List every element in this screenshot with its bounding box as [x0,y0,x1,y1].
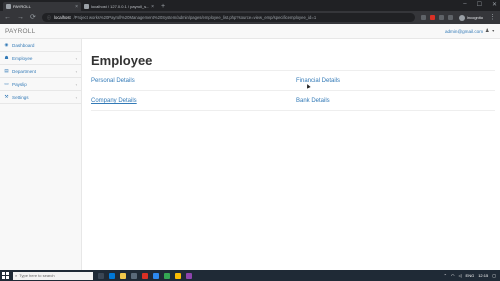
brand-title[interactable]: PAYROLL [5,28,35,35]
extension-icon[interactable] [447,15,453,20]
volume-icon[interactable]: ◁ [458,273,461,278]
url-path: /Project works%20Payroll%20Management%20… [73,15,317,20]
pinned-apps [98,272,192,279]
sidebar: ◉ Dashboard ☗ Employee ‹ ▤ Department ‹ … [0,39,82,270]
building-icon: ▤ [4,68,9,73]
close-icon[interactable]: × [151,4,154,10]
window-controls: – ☐ ✕ [463,1,497,8]
menu-dots-icon[interactable]: ⋮ [489,14,496,21]
incognito-label: Incognito [466,15,483,20]
settings-icon: ⚒ [4,94,9,99]
url-host: localhost [54,15,71,20]
maximize-icon[interactable]: ☐ [477,1,482,8]
search-placeholder: Type here to search [19,273,55,278]
tab-payroll[interactable]: PAYROLL × [3,2,81,11]
app-icon[interactable] [142,272,148,279]
chevron-left-icon: ‹ [75,68,77,74]
row-divider [91,110,495,111]
task-view-icon[interactable] [98,272,104,279]
app-navbar: PAYROLL admin@gmail.com ♟ ▼ [0,24,500,39]
reload-icon[interactable]: ⟳ [30,14,36,21]
sidebar-item-label: Department [12,68,37,74]
title-divider [91,70,495,71]
sidebar-item-label: Payslip [12,81,27,87]
incognito-indicator[interactable]: Incognito [458,14,483,21]
clock[interactable]: 12:15 [478,273,488,278]
app-icon[interactable] [164,272,170,279]
tab-label: PAYROLL [13,4,31,9]
dashboard-icon: ◉ [4,42,9,47]
app-icon[interactable] [186,272,192,279]
sidebar-item-label: Employee [12,55,33,61]
tray-chevron-icon[interactable]: ⌃ [444,273,447,278]
user-menu[interactable]: admin@gmail.com ♟ ▼ [445,28,495,34]
payslip-icon: ▭ [4,81,9,86]
sidebar-item-dashboard[interactable]: ◉ Dashboard [0,39,81,52]
windows-start-icon[interactable] [2,272,9,279]
tab-favicon [6,4,11,9]
tab-phpmyadmin[interactable]: localhost / 127.0.0.1 / payroll_s... × [81,2,157,11]
personal-details-link[interactable]: Personal Details [91,78,135,84]
tab-favicon [84,4,89,9]
incognito-icon [458,14,465,21]
back-arrow-icon[interactable]: ← [4,14,11,21]
notification-icon[interactable]: ▢ [492,273,496,278]
company-details-link[interactable]: Company Details [91,98,137,104]
network-icon[interactable]: ◠ [451,273,455,278]
address-bar: ← → ⟳ ⓘ localhost /Project works%20Payro… [0,11,500,24]
search-icon: ⌕ [15,273,18,278]
tab-label: localhost / 127.0.0.1 / payroll_s... [91,4,150,9]
sidebar-item-label: Dashboard [12,42,35,48]
chevron-left-icon: ‹ [75,94,77,100]
forward-arrow-icon[interactable]: → [17,14,24,21]
extension-icon[interactable] [429,15,435,20]
bank-details-link[interactable]: Bank Details [296,98,330,104]
minimize-icon[interactable]: – [463,1,466,8]
chevron-left-icon: ‹ [75,55,77,61]
url-input[interactable]: ⓘ localhost /Project works%20Payroll%20M… [41,13,415,22]
close-icon[interactable]: × [75,4,78,10]
sidebar-item-settings[interactable]: ⚒ Settings ‹ [0,91,81,104]
edge-icon[interactable] [109,272,115,279]
page-title: Employee [91,53,153,68]
sidebar-item-employee[interactable]: ☗ Employee ‹ [0,52,81,65]
app-icon[interactable] [153,272,159,279]
browser-tab-strip: PAYROLL × localhost / 127.0.0.1 / payrol… [0,0,500,11]
sidebar-item-payslip[interactable]: ▭ Payslip ‹ [0,78,81,91]
taskbar-search-input[interactable]: ⌕ Type here to search [13,271,93,280]
extensions [420,15,453,20]
user-icon: ♟ [485,28,490,34]
sidebar-item-label: Settings [12,94,29,100]
store-icon[interactable] [131,272,137,279]
extension-icon[interactable] [438,15,444,20]
users-icon: ☗ [4,55,9,60]
os-taskbar: ⌕ Type here to search ⌃ ◠ ◁ ENG 12:15 ▢ [0,270,500,281]
star-icon[interactable] [420,15,426,20]
file-explorer-icon[interactable] [120,272,126,279]
chrome-icon[interactable] [175,272,181,279]
chevron-left-icon: ‹ [75,81,77,87]
language-indicator[interactable]: ENG [466,273,475,278]
system-tray: ⌃ ◠ ◁ ENG 12:15 ▢ [444,270,496,281]
new-tab-button[interactable]: + [161,2,165,11]
main-content: Employee Personal Details Financial Deta… [82,39,500,270]
user-email: admin@gmail.com [444,28,484,34]
financial-details-link[interactable]: Financial Details [296,78,340,84]
row-divider [91,90,495,91]
info-icon[interactable]: ⓘ [47,15,51,21]
close-window-icon[interactable]: ✕ [492,1,497,8]
sidebar-item-department[interactable]: ▤ Department ‹ [0,65,81,78]
chevron-down-icon: ▼ [491,29,495,33]
